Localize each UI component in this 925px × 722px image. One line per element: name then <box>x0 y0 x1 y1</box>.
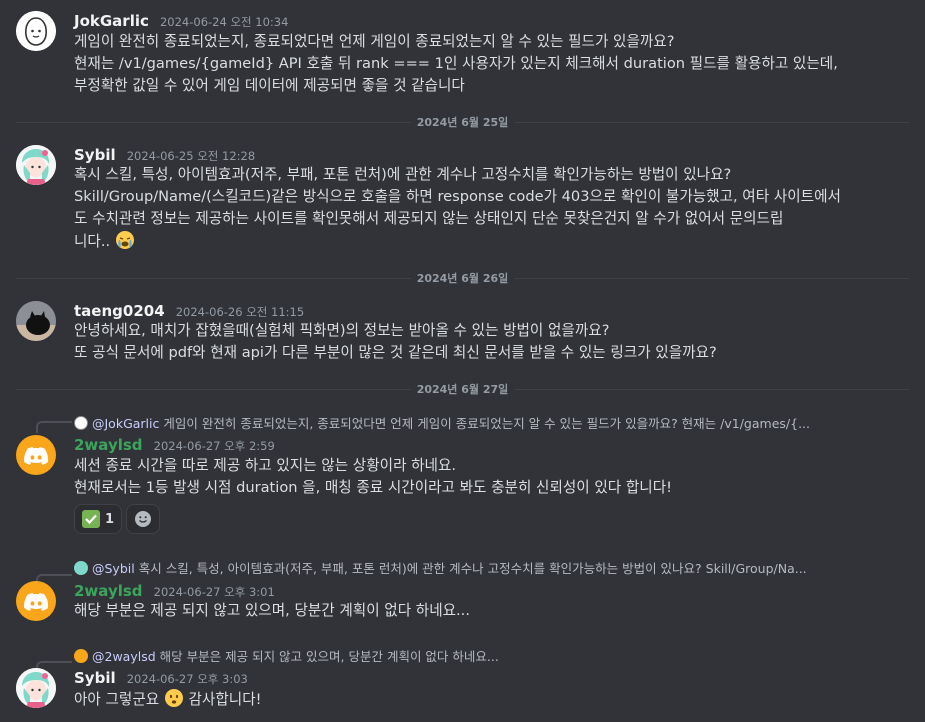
date-divider: 2024년 6월 26일 <box>16 270 909 286</box>
message-content: 해당 부분은 제공 되지 않고 있으며, 당분간 계획이 없다 하네요... <box>74 600 909 622</box>
timestamp: 2024-06-25 오전 12:28 <box>126 149 256 163</box>
avatar-2waylsd[interactable] <box>16 581 56 621</box>
message-text-before-emoji: 아아 그렇군요 <box>74 691 160 708</box>
check-mark-button-icon <box>82 510 100 528</box>
message-line: 부정확한 값일 수 있어 게임 데이터에 제공되면 좋을 것 같습니다 <box>74 77 465 94</box>
timestamp: 2024-06-27 오후 2:59 <box>153 439 275 453</box>
message-line: 니다.. <box>74 230 909 253</box>
message-line: 또 공식 문서에 pdf와 현재 api가 다른 부분이 많은 것 같은데 최신… <box>74 344 717 361</box>
avatar-jokgarlic[interactable] <box>16 11 56 51</box>
timestamp: 2024-06-27 오후 3:03 <box>126 672 248 686</box>
frowning-face-emoji-icon <box>164 689 183 707</box>
message-line: 현재는 /v1/games/{gameId} API 호출 뒤 rank ===… <box>74 55 838 72</box>
reply-author: @2waylsd <box>92 649 156 664</box>
anime-avatar-icon <box>16 145 56 185</box>
message-line: 해당 부분은 제공 되지 않고 있으며, 당분간 계획이 없다 하네요... <box>74 602 470 619</box>
reply-preview: 혹시 스킬, 특성, 아이템효과(저주, 부패, 포톤 런처)에 관한 계수나 … <box>138 561 807 576</box>
message-content: 안녕하세요, 매치가 잡혔을때(실험체 픽화면)의 정보는 받아올 수 있는 방… <box>74 320 909 364</box>
message-text-after-emoji: 감사합니다! <box>188 691 262 708</box>
message-content: 세션 종료 시간을 따로 제공 하고 있지는 않는 상황이라 하네요. 현재로서… <box>74 455 909 499</box>
reply-reference[interactable]: @Sybil 혹시 스킬, 특성, 아이템효과(저주, 부패, 포톤 런처)에 관… <box>74 558 909 577</box>
timestamp: 2024-06-24 오전 10:34 <box>159 15 289 29</box>
discord-logo-icon <box>24 593 49 611</box>
author-name[interactable]: Sybil <box>74 669 116 687</box>
cat-photo-avatar-icon <box>16 301 56 341</box>
date-divider-label: 2024년 6월 27일 <box>410 381 515 397</box>
avatar-2waylsd[interactable] <box>16 435 56 475</box>
message-line: 세션 종료 시간을 따로 제공 하고 있지는 않는 상황이라 하네요. <box>74 457 457 474</box>
date-divider-label: 2024년 6월 26일 <box>410 270 515 286</box>
reactions-bar: 1 <box>74 504 161 534</box>
reply-preview: 해당 부분은 제공 되지 않고 있으며, 당분간 계획이 없다 하네요... <box>159 649 499 664</box>
crying-face-emoji-icon <box>115 231 134 249</box>
date-divider: 2024년 6월 25일 <box>16 114 909 130</box>
message-line: 아아 그렇군요 감사합니다! <box>74 688 909 711</box>
reply-avatar-icon <box>74 649 88 663</box>
reply-author: @Sybil <box>92 561 135 576</box>
message-content: 게임이 완전히 종료되었는지, 종료되었다면 언제 게임이 종료되었는지 알 수… <box>74 31 909 97</box>
message-line: 혹시 스킬, 특성, 아이템효과(저주, 부패, 포톤 런처)에 관한 계수나 … <box>74 166 732 183</box>
smiley-add-reaction-icon <box>135 511 152 527</box>
date-divider-label: 2024년 6월 25일 <box>410 114 515 130</box>
reply-author: @JokGarlic <box>92 416 160 431</box>
message-line: 게임이 완전히 종료되었는지, 종료되었다면 언제 게임이 종료되었는지 알 수… <box>74 33 675 50</box>
anime-avatar-icon <box>16 668 56 708</box>
add-reaction-button[interactable] <box>126 504 161 534</box>
reply-reference[interactable]: @2waylsd 해당 부분은 제공 되지 않고 있으며, 당분간 계획이 없다 … <box>74 646 909 665</box>
message-line: 안녕하세요, 매치가 잡혔을때(실험체 픽화면)의 정보는 받아올 수 있는 방… <box>74 322 610 339</box>
discord-logo-icon <box>24 447 49 465</box>
date-divider: 2024년 6월 27일 <box>16 381 909 397</box>
avatar-sybil[interactable] <box>16 145 56 185</box>
timestamp: 2024-06-26 오전 11:15 <box>175 305 305 319</box>
message-line: Skill/Group/Name/(스킬코드)같은 방식으로 호출을 하면 re… <box>74 188 841 205</box>
timestamp: 2024-06-27 오후 3:01 <box>153 585 275 599</box>
reply-spine <box>36 421 72 433</box>
avatar-sybil[interactable] <box>16 668 56 708</box>
garlic-avatar-icon <box>16 11 56 51</box>
author-name[interactable]: 2waylsd <box>74 436 143 454</box>
reaction-count: 1 <box>105 511 115 527</box>
reply-avatar-icon <box>74 416 88 430</box>
author-name[interactable]: 2waylsd <box>74 582 143 600</box>
author-name[interactable]: taeng0204 <box>74 302 165 320</box>
message-content: 혹시 스킬, 특성, 아이템효과(저주, 부패, 포톤 런처)에 관한 계수나 … <box>74 164 909 253</box>
reply-preview: 게임이 완전히 종료되었는지, 종료되었다면 언제 게임이 종료되었는지 알 수… <box>163 416 810 431</box>
author-name[interactable]: Sybil <box>74 146 116 164</box>
message-line: 도 수치관련 정보는 제공하는 사이트를 확인못해서 제공되지 않는 상태인지 … <box>74 210 784 227</box>
author-name[interactable]: JokGarlic <box>74 12 149 30</box>
message-line: 현재로서는 1등 발생 시점 duration 을, 매칭 종료 시간이라고 봐… <box>74 479 672 496</box>
message-line-text: 니다.. <box>74 233 111 250</box>
avatar-taeng0204[interactable] <box>16 301 56 341</box>
message-content: 아아 그렇군요 감사합니다! <box>74 688 909 711</box>
reply-reference[interactable]: @JokGarlic 게임이 완전히 종료되었는지, 종료되었다면 언제 게임이 … <box>74 413 909 432</box>
reaction-checkmark[interactable]: 1 <box>74 504 123 534</box>
reply-avatar-icon <box>74 561 88 575</box>
